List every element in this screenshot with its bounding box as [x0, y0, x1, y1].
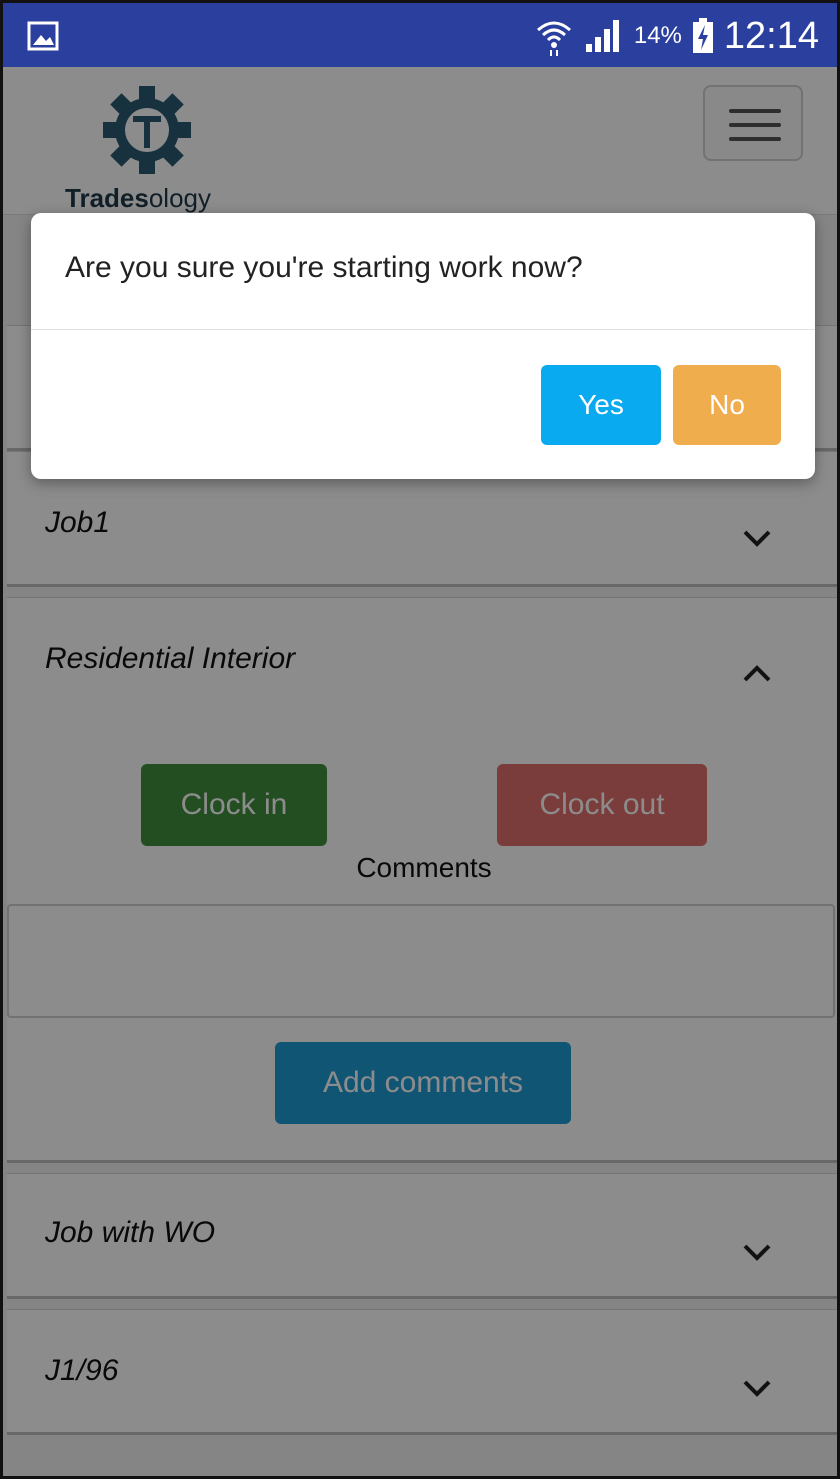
wifi-icon [536, 21, 571, 56]
clock-time: 12:14 [723, 14, 819, 57]
dialog-message: Are you sure you're starting work now? [65, 251, 583, 284]
signal-icon [585, 20, 619, 52]
image-icon [27, 21, 59, 51]
app-screen: 14% 12:14 Tradesology Job1 Residential I… [0, 0, 840, 1479]
yes-button[interactable]: Yes [541, 365, 661, 445]
battery-percent: 14% [633, 22, 682, 49]
confirm-dialog: Are you sure you're starting work now? Y… [31, 213, 815, 479]
no-button[interactable]: No [673, 365, 781, 445]
battery-charging-icon [692, 18, 713, 53]
dialog-divider [31, 329, 815, 330]
status-bar: 14% 12:14 [3, 3, 837, 67]
